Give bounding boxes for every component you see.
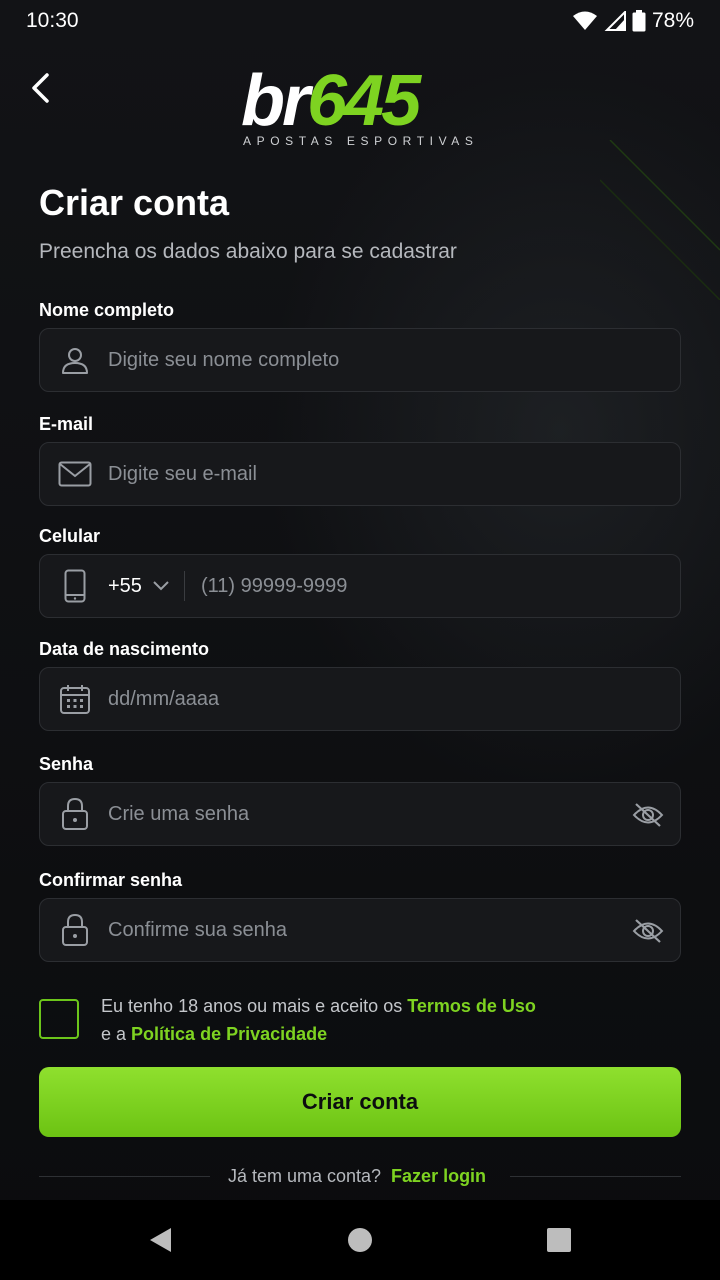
logo: br645 APOSTAS ESPORTIVAS <box>241 61 473 152</box>
terms-checkbox[interactable] <box>39 999 79 1039</box>
email-label: E-mail <box>39 414 94 434</box>
logo-tagline: APOSTAS ESPORTIVAS <box>243 134 479 148</box>
battery-level: 78% <box>651 9 694 32</box>
nav-home-button[interactable] <box>346 1226 374 1254</box>
phone-icon <box>58 569 92 603</box>
back-button[interactable] <box>24 68 56 108</box>
eye-off-icon <box>632 803 664 827</box>
signup-form: Criar conta Preencha os dados abaixo par… <box>39 180 682 1186</box>
confirm-password-input[interactable] <box>108 910 662 950</box>
battery-icon <box>632 10 646 32</box>
phone-input[interactable] <box>200 566 662 606</box>
toggle-confirm-password-visibility-button[interactable] <box>630 913 666 949</box>
wifi-icon <box>572 11 597 30</box>
status-icons: 78% <box>572 9 694 33</box>
terms-text: Eu tenho 18 anos ou mais e aceito os Ter… <box>101 992 536 1048</box>
login-question: Já tem uma conta? <box>227 1165 382 1186</box>
toggle-password-visibility-button[interactable] <box>630 797 666 833</box>
page-title: Criar conta <box>39 182 230 223</box>
nav-recents-button[interactable] <box>545 1226 573 1254</box>
login-link[interactable]: Fazer login <box>391 1166 510 1187</box>
password-input-box[interactable] <box>39 782 681 846</box>
confirm-password-input-box[interactable] <box>39 898 681 962</box>
user-icon <box>58 343 92 377</box>
phone-label: Celular <box>39 526 101 546</box>
name-field: Nome completo <box>39 299 681 392</box>
name-input[interactable] <box>108 340 662 380</box>
login-row: Já tem uma conta? Fazer login <box>39 1162 682 1190</box>
password-input[interactable] <box>108 794 662 834</box>
terms-middle: e a <box>101 1024 127 1044</box>
triangle-back-icon <box>150 1228 171 1252</box>
country-code-value: +55 <box>108 574 142 597</box>
country-code-select[interactable]: +55 <box>108 571 185 601</box>
eye-off-icon <box>632 919 664 943</box>
phone-field: Celular +55 <box>39 525 681 618</box>
terms-of-use-link[interactable]: Termos de Uso <box>407 996 536 1016</box>
system-nav-bar <box>0 1200 720 1280</box>
app-header: br645 APOSTAS ESPORTIVAS <box>0 62 720 152</box>
signal-icon <box>604 11 626 31</box>
email-input[interactable] <box>108 454 662 494</box>
name-label: Nome completo <box>39 300 175 320</box>
divider-left <box>39 1175 210 1177</box>
birthdate-input-box[interactable] <box>39 667 681 731</box>
divider-right <box>510 1175 682 1177</box>
status-time: 10:30 <box>26 9 79 32</box>
circle-home-icon <box>348 1228 372 1252</box>
password-field: Senha <box>39 753 681 846</box>
calendar-icon <box>58 682 92 716</box>
confirm-password-field: Confirmar senha <box>39 869 681 962</box>
lock-icon <box>58 797 92 831</box>
birthdate-input[interactable] <box>108 679 662 719</box>
nav-back-button[interactable] <box>146 1226 174 1254</box>
logo-wordmark: br645 <box>241 61 421 141</box>
birthdate-label: Data de nascimento <box>39 639 210 659</box>
mail-icon <box>58 457 92 491</box>
create-account-button[interactable]: Criar conta <box>39 1067 681 1137</box>
privacy-policy-link[interactable]: Política de Privacidade <box>131 1024 327 1044</box>
email-field: E-mail <box>39 413 681 506</box>
password-label: Senha <box>39 754 94 774</box>
chevron-down-icon <box>153 581 169 591</box>
terms-prefix: Eu tenho 18 anos ou mais e aceito os <box>101 996 403 1016</box>
page-subtitle: Preencha os dados abaixo para se cadastr… <box>39 240 457 263</box>
square-recents-icon <box>547 1228 571 1252</box>
email-input-box[interactable] <box>39 442 681 506</box>
status-bar: 10:30 78% <box>0 0 720 42</box>
terms-row: Eu tenho 18 anos ou mais e aceito os Ter… <box>39 996 681 1048</box>
confirm-password-label: Confirmar senha <box>39 870 183 890</box>
phone-input-box[interactable]: +55 <box>39 554 681 618</box>
chevron-left-icon <box>32 73 49 103</box>
birthdate-field: Data de nascimento <box>39 638 681 731</box>
lock-icon <box>58 913 92 947</box>
name-input-box[interactable] <box>39 328 681 392</box>
